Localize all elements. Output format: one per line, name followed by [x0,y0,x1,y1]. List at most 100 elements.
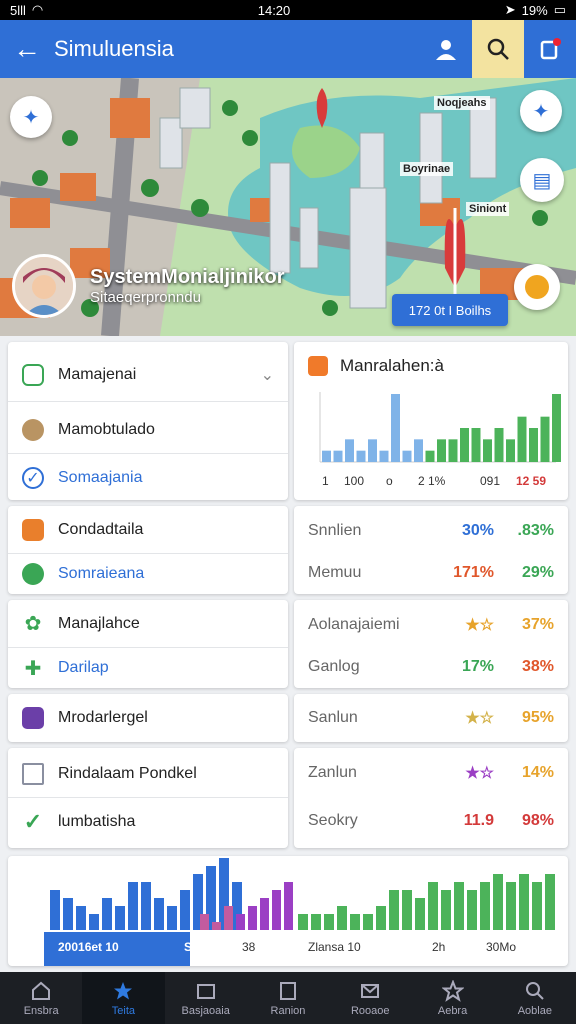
chart-bar [540,416,550,462]
menu-item-label: lumbatisha [58,813,136,830]
menu-item-5[interactable]: ✿ Manajlahce [8,600,288,648]
record-button[interactable] [514,264,560,310]
chart-bar [337,906,347,930]
menu-item-1[interactable]: Mamobtulado [8,406,288,454]
stats-card-1: Snnlien 30% .83% Memuu 171% 29% [294,506,568,594]
stat-label: Snnlien [308,522,362,539]
chart-axis-label: 20016et 10 [58,940,119,954]
locate-button[interactable]: ✦ [10,96,52,138]
notification-icon [540,38,561,60]
menu-item-3[interactable]: Condadtaila [8,506,288,554]
tab-search[interactable]: Aoblae [494,972,576,1024]
search-button[interactable] [472,20,524,78]
map-label-3: Siniont [466,202,510,216]
stats-card-2: Aolanajaiemi ★☆ 37% Ganlog 17% 38% [294,600,568,688]
tab-documents[interactable]: Ranion [247,972,329,1024]
compass-icon: ✦ [22,106,40,129]
chart-axis-label: o [386,474,393,488]
stat-change: 37% [521,616,554,633]
chart-bar [441,890,451,930]
wifi-icon: ◠ [31,2,44,17]
menu-item-label: Manajlahce [58,614,140,632]
chart-axis-label: 2 1% [418,474,446,488]
menu-item-8[interactable]: Rindalaam Pondkel [8,750,288,798]
stat-change: .83% [517,522,554,539]
menu-card-2: Condadtaila Somraieana [8,506,288,594]
document-icon: ▤ [532,169,552,192]
chart-bar [284,882,293,930]
chart-bar [154,898,164,930]
menu-item-2[interactable]: ✓ Somaajania [8,454,288,502]
chart-bar [552,394,561,462]
tab-inbox[interactable]: Basjaoaia [165,972,247,1024]
plus-icon: ✦ [532,100,550,123]
tab-badges[interactable]: Aebra [411,972,493,1024]
chart-bar [437,439,446,462]
chart-bar [480,882,490,930]
app-bar: ← Simuluensia [0,20,576,78]
menu-section-header[interactable]: Mamajenai ⌄ [8,348,288,402]
chart-bar [89,914,99,930]
notifications-button[interactable] [524,20,576,78]
stat-row[interactable]: Seokry 11.9 98% [294,798,568,844]
chart-bar [517,416,527,462]
account-button[interactable] [420,20,472,78]
stat-row[interactable]: Sanlun ★☆ 95% [294,695,568,741]
chart-bar [350,914,360,930]
chart-bar [460,428,469,462]
search-icon [487,38,509,60]
profile-overlay[interactable]: SystemMonialjinikor Sitaeqerpronndu [12,254,285,318]
tab-favorites[interactable]: Teita [82,972,165,1024]
bottom-chart-card[interactable]: 20016et 10 SIU 38 Zlansa 10 2h 30Mo [8,856,568,966]
stat-row[interactable]: Ganlog 17% 38% [294,644,568,690]
stat-value: 171% [453,564,494,581]
chart-bar [236,914,245,930]
stat-row[interactable]: Snnlien 30% .83% [294,508,568,554]
stat-row[interactable]: Memuu 171% 29% [294,550,568,596]
stat-label: Aolanajaiemi [308,616,400,633]
zoom-button[interactable]: ✦ [520,90,562,132]
tab-mail[interactable]: Rooaoe [329,972,411,1024]
stat-row[interactable]: Zanlun ★☆ 14% [294,750,568,796]
tab-label: Ranion [270,1004,306,1017]
star-rating: ★☆ [465,617,494,634]
signal-indicator: 5lll [10,2,26,18]
chart-bar [529,428,538,462]
chart-bar [402,450,412,462]
stat-change: 98% [521,812,554,829]
leaf-icon [22,363,44,386]
stat-change: 38% [521,658,554,675]
chart-bar [272,890,281,930]
chart-bar [494,428,504,462]
chart-bar [298,914,308,930]
chart-bar [115,906,125,930]
tab-home[interactable]: Ensbra [0,972,82,1024]
chart-bar [483,439,492,462]
chart-bar [425,450,435,462]
chart-bar [167,906,177,930]
menu-item-7[interactable]: Mrodarlergel [8,694,288,742]
menu-item-4[interactable]: Somraieana [8,550,288,598]
chart-bar [428,882,438,930]
stat-row[interactable]: Aolanajaiemi ★☆ 37% [294,602,568,648]
chart-axis-label: 2h [432,940,446,954]
chart-bar [519,874,529,930]
chart-bar [224,906,233,930]
stat-label: Seokry [308,812,358,829]
layers-button[interactable]: ▤ [520,158,564,202]
chart-bar [324,914,334,930]
menu-item-9[interactable]: ✓ lumbatisha [8,798,288,846]
distance-chip[interactable]: 172 0t I Boilhs [392,294,508,326]
profile-subtitle: Sitaeqerpronndu [90,289,201,306]
menu-item-6[interactable]: ✚ Darilap [8,644,288,692]
chart-bar [391,394,400,462]
chart-bar [506,882,516,930]
check-icon: ✓ [23,809,43,834]
chevron-down-icon: ⌄ [260,366,274,384]
map-label-1: Noqjeahs [434,96,490,110]
chart-card[interactable]: Manralahen:à 1 100 o 2 1% 091 12 59 [294,342,568,500]
menu-card-4: Mrodarlergel [8,694,288,742]
chart-bar [379,450,389,462]
back-button[interactable]: ← [0,20,54,78]
chart-bar [376,906,386,930]
